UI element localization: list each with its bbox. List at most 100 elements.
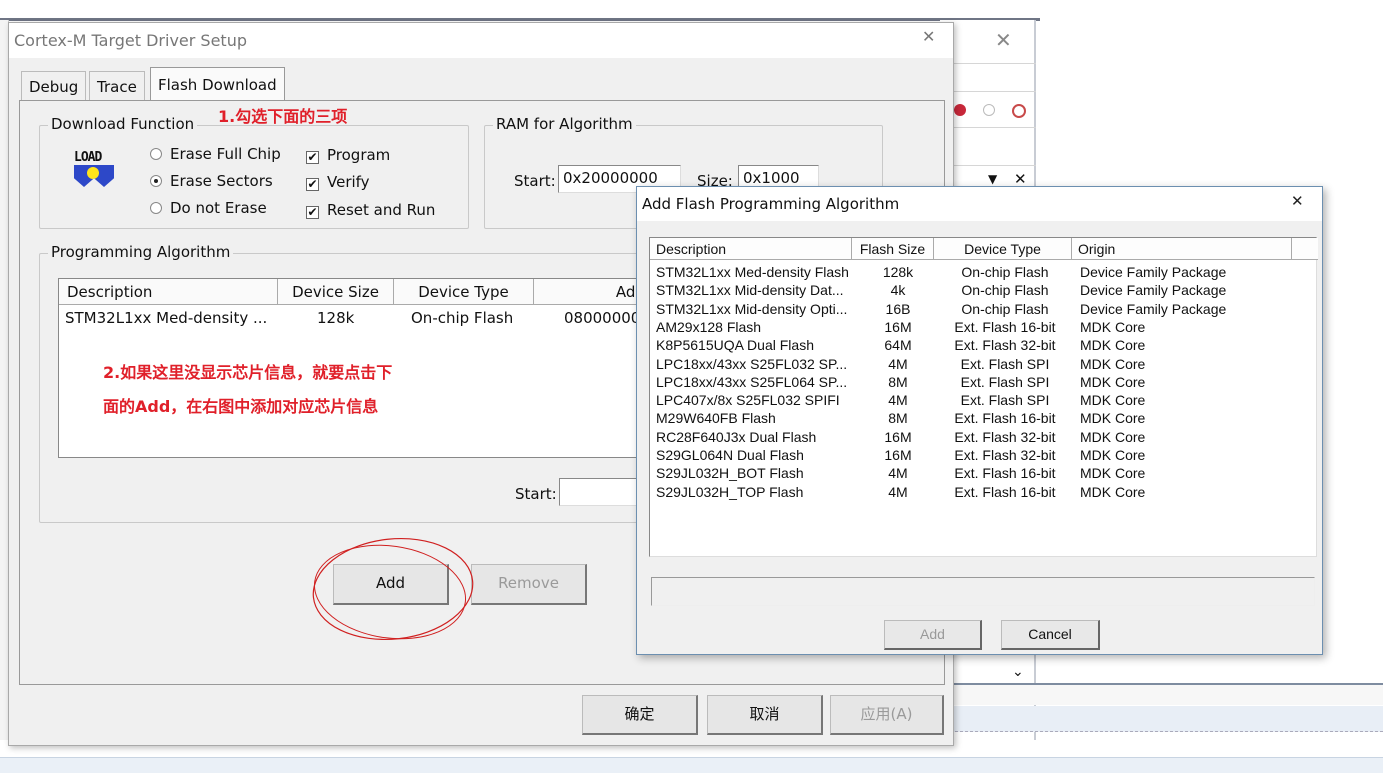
list-cell: MDK Core	[1080, 483, 1146, 500]
annotation-circle	[312, 537, 474, 641]
list-cell: 8M	[888, 373, 908, 390]
list-item[interactable]: LPC18xx/43xx S25FL064 SP... 8M Ext. Flash …	[650, 374, 1310, 392]
list-cell: Ext. Flash 32-bit	[954, 337, 1056, 354]
annotation-note-1: 1.勾选下面的三项	[218, 107, 348, 126]
list-item[interactable]: STM32L1xx Mid-density Dat... 4k On-chip Fl…	[650, 282, 1310, 300]
list-cell: MDK Core	[1080, 410, 1146, 427]
annotation-note-2-line-1: 2.如果这里没显示芯片信息，就要点击下	[103, 363, 393, 382]
list-item[interactable]: RC28F640J3x Dual Flash 16M Ext. Flash 32-b…	[650, 429, 1310, 447]
list-cell: 64M	[884, 337, 912, 354]
list-cell: MDK Core	[1080, 465, 1146, 482]
list-cell: LPC407x/8x S25FL032 SPIFI	[656, 392, 840, 409]
list-item[interactable]: STM32L1xx Med-density Flash 128k On-chip F…	[650, 264, 1310, 282]
list-cell: 4M	[888, 465, 908, 482]
breakpoint-disabled-icon[interactable]	[983, 104, 995, 116]
apply-button[interactable]: 应用(A)	[830, 695, 944, 735]
erase-sectors-radio[interactable]: Erase Sectors	[150, 172, 273, 190]
list-cell: MDK Core	[1080, 392, 1146, 409]
list-cell: Device Family Package	[1080, 282, 1227, 299]
dropdown-icon[interactable]: ▼	[988, 172, 997, 186]
list-item[interactable]: AM29x128 Flash 16M Ext. Flash 16-bit MDK Co…	[650, 319, 1310, 337]
list-cell: Ext. Flash SPI	[960, 373, 1050, 390]
list-cell: Ext. Flash 32-bit	[954, 447, 1056, 463]
list-item[interactable]: LPC407x/8x S25FL032 SPIFI 4M Ext. Flash SP…	[650, 392, 1310, 410]
column-header-device-type[interactable]: Device Type	[394, 279, 534, 305]
list-cell: S29JL032H_BOT Flash	[656, 465, 804, 482]
radio-icon	[150, 148, 162, 160]
list-cell: K8P5615UQA Dual Flash	[656, 337, 814, 354]
list-cell: 16M	[884, 428, 912, 445]
column-header-origin[interactable]: Origin	[1072, 238, 1292, 260]
erase-full-chip-radio[interactable]: Erase Full Chip	[150, 145, 281, 163]
scroll-down-icon[interactable]: ⌄	[1012, 664, 1024, 680]
do-not-erase-radio[interactable]: Do not Erase	[150, 199, 267, 217]
column-header-description[interactable]: Description	[59, 279, 278, 305]
list-cell: 4M	[888, 392, 908, 409]
list-cell: S29JL032H_TOP Flash	[656, 483, 804, 500]
background-output-bar	[950, 706, 1383, 732]
list-cell: STM32L1xx Mid-density Dat...	[656, 282, 844, 299]
list-cell: 16M	[884, 447, 912, 463]
list-cell: STM32L1xx Med-density Flash	[656, 264, 849, 280]
close-icon[interactable]: ✕	[922, 27, 935, 46]
checkmark-icon: ✔	[306, 177, 319, 191]
breakpoints-clear-icon[interactable]	[1012, 104, 1026, 118]
list-cell: S29GL064N Dual Flash	[656, 447, 804, 463]
verify-checkbox[interactable]: ✔ Verify	[306, 173, 370, 191]
list-cell: 4M	[888, 355, 908, 372]
list-item[interactable]: S29GL064N Dual Flash 16M Ext. Flash 32-bit…	[650, 447, 1310, 465]
add-flash-algorithm-dialog: Add Flash Programming Algorithm ✕ Descri…	[636, 186, 1323, 655]
list-item[interactable]: STM32L1xx Mid-density Opti... 16B On-chip …	[650, 301, 1310, 319]
add-button[interactable]: Add	[884, 620, 982, 650]
dialog-title-bar: Cortex-M Target Driver Setup ✕	[9, 23, 953, 58]
download-function-group: Download Function LOAD Erase Full Chip E…	[39, 115, 469, 229]
list-cell: MDK Core	[1080, 337, 1146, 354]
tab-flash-download[interactable]: Flash Download	[150, 67, 285, 102]
list-cell: 16B	[885, 300, 911, 317]
dialog-title-bar: Add Flash Programming Algorithm ✕	[637, 187, 1322, 221]
tab-debug[interactable]: Debug	[21, 71, 87, 101]
list-cell: Ext. Flash SPI	[960, 355, 1050, 372]
list-cell: 4M	[888, 483, 908, 500]
ok-button[interactable]: 确定	[582, 695, 698, 735]
list-cell: MDK Core	[1080, 428, 1146, 445]
breakpoint-icon[interactable]	[954, 104, 966, 116]
list-cell: 8M	[888, 410, 908, 427]
list-cell: On-chip Flash	[961, 282, 1049, 299]
list-cell: Ext. Flash 16-bit	[954, 483, 1056, 500]
algorithm-path-field[interactable]	[651, 577, 1315, 606]
algorithm-start-label: Start:	[515, 485, 557, 503]
list-cell: MDK Core	[1080, 355, 1146, 372]
reset-and-run-checkbox[interactable]: ✔ Reset and Run	[306, 201, 435, 219]
background-status-area	[950, 683, 1383, 705]
list-cell: 16M	[884, 318, 912, 335]
background-window-edge	[0, 18, 1040, 21]
group-label: Download Function	[48, 115, 198, 133]
tab-trace[interactable]: Trace	[89, 71, 145, 101]
checkmark-icon: ✔	[306, 150, 319, 164]
list-item[interactable]: M29W640FB Flash 8M Ext. Flash 16-bit MDK Co…	[650, 410, 1310, 428]
list-cell: On-chip Flash	[961, 300, 1049, 317]
list-item[interactable]: S29JL032H_BOT Flash 4M Ext. Flash 16-bit MD…	[650, 465, 1310, 483]
radio-icon	[150, 202, 162, 214]
close-icon[interactable]: ✕	[1291, 192, 1304, 210]
cancel-button[interactable]: Cancel	[1001, 620, 1100, 650]
cancel-button[interactable]: 取消	[707, 695, 823, 735]
close-icon[interactable]: ✕	[995, 28, 1012, 52]
program-checkbox[interactable]: ✔ Program	[306, 146, 390, 164]
algorithm-list: Description Flash Size Device Type Origi…	[649, 237, 1318, 557]
column-header-device-type[interactable]: Device Type	[934, 238, 1072, 260]
list-cell: Ext. Flash SPI	[960, 392, 1050, 409]
list-cell: Ext. Flash 16-bit	[954, 410, 1056, 427]
group-label: Programming Algorithm	[48, 243, 234, 261]
column-header-device-size[interactable]: Device Size	[278, 279, 394, 305]
list-cell: Device Family Package	[1080, 300, 1227, 317]
list-cell: 4k	[890, 282, 906, 299]
column-header-description[interactable]: Description	[650, 238, 852, 260]
dialog-title: Cortex-M Target Driver Setup	[14, 31, 247, 50]
list-item[interactable]: LPC18xx/43xx S25FL032 SP... 4M Ext. Flash …	[650, 356, 1310, 374]
list-cell: MDK Core	[1080, 447, 1146, 463]
list-item[interactable]: S29JL032H_TOP Flash 4M Ext. Flash 16-bit MD…	[650, 484, 1310, 502]
list-item[interactable]: K8P5615UQA Dual Flash 64M Ext. Flash 32-bi…	[650, 337, 1310, 355]
column-header-flash-size[interactable]: Flash Size	[852, 238, 934, 260]
